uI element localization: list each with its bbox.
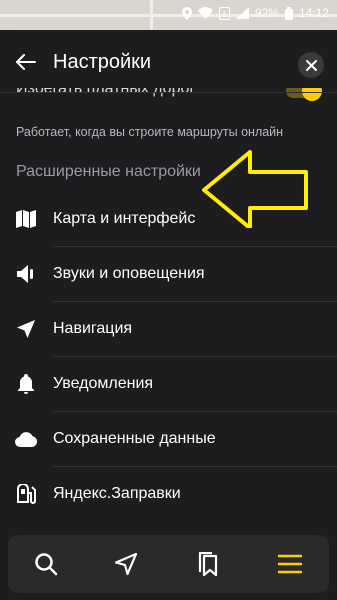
settings-sheet: Избегать платных дорог Настройки Работае… <box>0 30 337 600</box>
menu-item-saved-data[interactable]: Сохраненные данные <box>0 412 337 467</box>
svg-text:1: 1 <box>222 10 227 19</box>
menu-item-label: Сохраненные данные <box>53 430 216 447</box>
bell-icon <box>15 373 37 395</box>
battery-level: 92% <box>254 6 279 20</box>
wifi-icon <box>197 7 213 19</box>
fuel-pump-icon <box>15 483 37 505</box>
section-title: Расширенные настройки <box>16 163 201 180</box>
map-icon <box>15 208 37 230</box>
status-bar: 1 92% 14:12 <box>0 0 337 26</box>
menu-item-notifications[interactable]: Уведомления <box>0 357 337 412</box>
hint-text: Работает, когда вы строите маршруты онла… <box>16 125 284 139</box>
annotation-arrow <box>202 150 308 228</box>
menu-item-label: Карта и интерфейс <box>53 210 196 227</box>
cloud-icon <box>15 428 37 450</box>
signal-icon <box>235 7 249 19</box>
menu-icon <box>278 554 302 574</box>
tab-bookmarks[interactable] <box>194 550 222 578</box>
menu-item-sounds[interactable]: Звуки и оповещения <box>0 247 337 302</box>
clock: 14:12 <box>298 6 329 20</box>
menu-item-label: Уведомления <box>53 375 154 392</box>
tab-menu[interactable] <box>276 550 304 578</box>
page-title: Настройки <box>53 51 152 73</box>
bookmark-icon <box>198 552 218 576</box>
battery-icon <box>284 6 293 20</box>
speaker-icon <box>15 263 37 285</box>
menu-item-label: Яндекс.Заправки <box>53 485 181 502</box>
divider <box>0 92 337 93</box>
menu-item-yandex-fuel[interactable]: Яндекс.Заправки <box>0 467 337 522</box>
search-icon <box>35 553 58 576</box>
navigation-arrow-icon <box>115 553 137 575</box>
navigation-arrow-icon <box>15 318 37 340</box>
sim-icon: 1 <box>218 6 230 20</box>
tab-route[interactable] <box>112 550 140 578</box>
menu-item-label: Звуки и оповещения <box>53 265 205 282</box>
location-icon <box>181 6 192 20</box>
arrow-left-icon <box>16 54 36 70</box>
header: Настройки <box>0 30 337 92</box>
tab-search[interactable] <box>32 550 60 578</box>
bottom-navigation <box>8 535 329 593</box>
menu-item-navigation[interactable]: Навигация <box>0 302 337 357</box>
menu-item-label: Навигация <box>53 320 133 337</box>
close-icon <box>305 59 317 71</box>
close-button[interactable] <box>298 52 324 78</box>
back-button[interactable] <box>12 50 40 74</box>
